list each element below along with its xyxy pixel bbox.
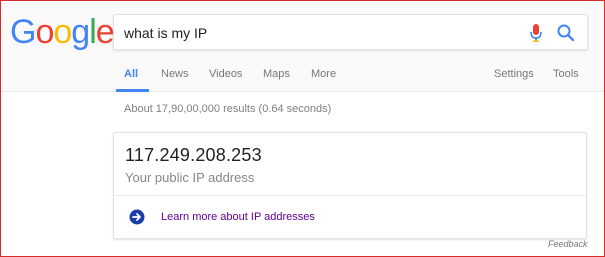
- arrow-right-circle-icon: [129, 209, 145, 225]
- logo-letter-g2: g: [71, 13, 90, 51]
- ip-answer-card: 117.249.208.253 Your public IP address L…: [113, 132, 587, 239]
- ip-address-value: 117.249.208.253: [125, 145, 262, 165]
- search-tabs: All News Videos Maps More Settings Tools: [0, 58, 605, 92]
- tab-maps[interactable]: Maps: [263, 68, 290, 80]
- tab-all[interactable]: All: [124, 68, 138, 80]
- search-input[interactable]: [124, 23, 514, 43]
- logo-letter-e: e: [95, 13, 115, 51]
- tab-videos[interactable]: Videos: [209, 68, 242, 80]
- active-tab-indicator: [116, 89, 149, 92]
- tab-settings[interactable]: Settings: [494, 68, 534, 80]
- mic-icon[interactable]: [528, 23, 544, 43]
- search-icon[interactable]: [556, 23, 576, 43]
- ip-address-label: Your public IP address: [125, 170, 255, 185]
- tab-tools[interactable]: Tools: [553, 68, 579, 80]
- tab-more[interactable]: More: [311, 68, 336, 80]
- feedback-link[interactable]: Feedback: [548, 239, 588, 249]
- learn-more-row[interactable]: Learn more about IP addresses: [114, 196, 586, 238]
- logo-letter-o2: o: [53, 13, 72, 51]
- learn-more-link[interactable]: Learn more about IP addresses: [161, 211, 315, 223]
- tab-news[interactable]: News: [161, 68, 189, 80]
- results-stats: About 17,90,00,000 results (0.64 seconds…: [124, 103, 332, 115]
- logo-letter-g: G: [10, 13, 36, 51]
- header-bar: Google All News Videos Maps More Setting…: [0, 0, 605, 92]
- logo-letter-o1: o: [35, 13, 54, 51]
- search-box[interactable]: [113, 14, 588, 50]
- google-logo[interactable]: Google: [10, 13, 115, 51]
